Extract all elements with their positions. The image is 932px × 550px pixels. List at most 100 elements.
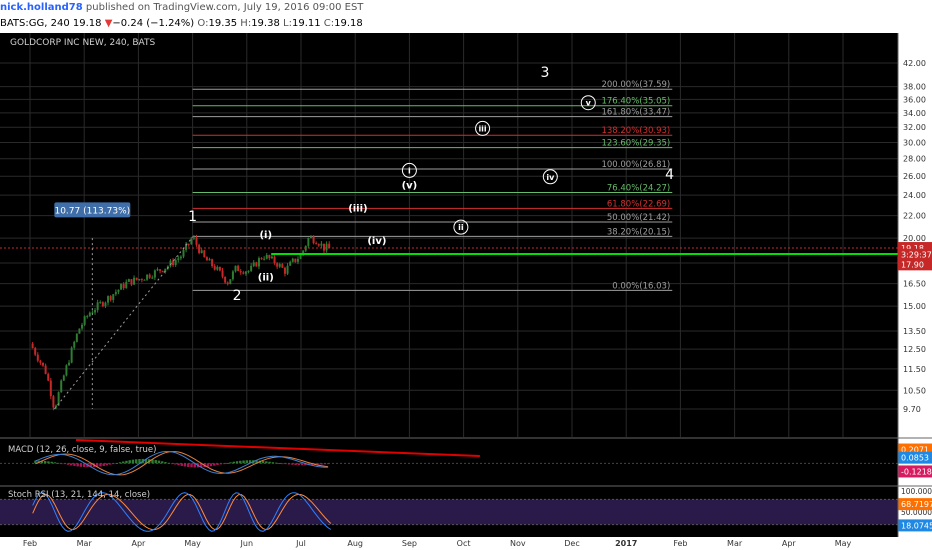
candle-body <box>213 266 216 270</box>
stoch-axis-label: 100.0000 <box>901 487 932 496</box>
macd-histogram-bar <box>60 463 63 465</box>
time-tick-label: Sep <box>402 539 417 548</box>
macd-histogram-bar <box>109 463 112 465</box>
candle-body <box>299 254 302 259</box>
macd-histogram-bar <box>161 461 164 464</box>
open-label: O: <box>197 18 209 29</box>
high-label: H: <box>240 18 252 29</box>
candle-body <box>81 324 84 329</box>
candle-body <box>289 261 292 266</box>
macd-histogram-bar <box>291 463 294 465</box>
macd-histogram-bar <box>131 459 135 464</box>
macd-histogram-bar <box>183 463 187 467</box>
candle-body <box>224 276 227 283</box>
macd-histogram-bar <box>232 461 235 464</box>
candle-body <box>133 277 136 285</box>
candle-body <box>268 254 271 259</box>
price-chart[interactable]: 200.00%(37.59) 176.40%(35.05)161.80%(33.4… <box>0 33 932 550</box>
macd-histogram-bar <box>213 463 216 466</box>
macd-histogram-bar <box>118 462 122 464</box>
candle-body <box>107 296 110 303</box>
price-tick-label: 32.00 <box>903 123 926 132</box>
macd-histogram-bar <box>320 463 323 465</box>
macd-histogram-bar <box>278 463 281 464</box>
macd-histogram-bar <box>154 460 157 464</box>
last-price: 19.18 <box>72 18 102 29</box>
price-tick-label: 15.00 <box>903 302 926 311</box>
fib-level-label: 50.00%(21.42) <box>607 213 670 223</box>
candle-body <box>88 312 91 317</box>
candle-body <box>143 279 146 281</box>
price-tick-label: 36.00 <box>903 95 926 104</box>
wave-label: (ii) <box>258 273 274 284</box>
time-tick-label: Oct <box>457 539 471 548</box>
macd-histogram-bar <box>47 461 50 464</box>
macd-histogram-bar <box>167 462 170 464</box>
candle-body <box>49 380 52 397</box>
macd-histogram-bar <box>76 463 79 467</box>
macd-histogram-bar <box>43 460 47 464</box>
candle-body <box>322 243 325 251</box>
macd-histogram-bar <box>56 462 60 464</box>
macd-histogram-bar <box>125 460 128 464</box>
candle-body <box>179 256 182 259</box>
candle-body <box>283 267 286 274</box>
macd-histogram-bar <box>229 462 232 464</box>
macd-histogram-bar <box>174 463 177 465</box>
candle-body <box>94 310 97 313</box>
candle-body <box>140 279 143 281</box>
candle-body <box>239 271 242 273</box>
wave-label: (v) <box>402 180 418 191</box>
macd-histogram-bar <box>294 463 297 465</box>
macd-histogram-bar <box>122 461 125 464</box>
candle-body <box>211 259 214 267</box>
time-tick-label: Apr <box>131 539 146 548</box>
chart-background <box>0 33 898 537</box>
candle-body <box>198 244 201 254</box>
wave-label: i <box>408 166 411 175</box>
candle-body <box>265 254 268 259</box>
wave-label: (iii) <box>348 203 367 214</box>
chart-title: GOLDCORP INC NEW, 240, BATS <box>10 38 156 48</box>
symbol-label: BATS:GG, 240 <box>0 18 70 29</box>
candle-body <box>174 259 177 266</box>
price-tick-label: 9.70 <box>903 405 921 414</box>
candle-body <box>244 271 247 274</box>
candle-body <box>153 270 156 278</box>
macd-histogram-bar <box>135 459 138 464</box>
candle-body <box>60 380 63 393</box>
quote-bar: BATS:GG, 240 19.18 ▼−0.24 (−1.24%) O:19.… <box>0 16 932 32</box>
fib-level-label: 123.60%(29.35) <box>601 139 670 149</box>
measure-label: 10.77 (113.73%) <box>54 206 130 216</box>
candle-body <box>148 274 151 278</box>
macd-histogram-bar <box>323 463 327 465</box>
fib-level-label: 61.80%(22.69) <box>607 199 670 209</box>
macd-histogram-bar <box>102 463 105 466</box>
fib-level-label: 161.80%(33.47) <box>601 108 670 118</box>
candle-body <box>34 348 37 355</box>
macd-histogram-bar <box>170 463 174 465</box>
candle-body <box>203 250 206 258</box>
candle-body <box>86 316 89 318</box>
candle-body <box>242 272 245 274</box>
candle-body <box>276 263 279 267</box>
candle-body <box>286 265 289 274</box>
macd-histogram-bar <box>222 463 226 465</box>
time-tick-label: Mar <box>77 539 93 548</box>
candle-body <box>146 274 149 280</box>
candle-body <box>208 259 211 261</box>
candle-body <box>312 236 315 244</box>
price-tick-label: 26.00 <box>903 172 926 181</box>
macd-value-label: -0.1218 <box>901 467 932 476</box>
time-tick-label: Nov <box>510 539 526 548</box>
fib-level-label: 38.20%(20.15) <box>607 227 670 237</box>
fib-level-label: 0.00%(16.03) <box>612 281 670 291</box>
candle-body <box>205 257 208 261</box>
candle-body <box>190 238 193 244</box>
fib-level-label: 176.40%(35.05) <box>601 97 670 107</box>
author-link[interactable]: nick.holland78 <box>0 2 83 13</box>
candle-body <box>252 262 255 266</box>
candle-body <box>101 302 104 307</box>
macd-histogram-bar <box>274 462 278 464</box>
candle-body <box>52 396 55 408</box>
